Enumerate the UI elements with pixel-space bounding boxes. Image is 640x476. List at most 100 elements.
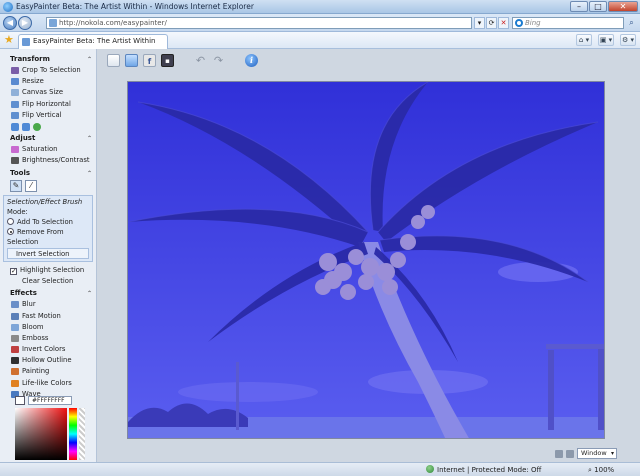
- straighten-icon[interactable]: [33, 122, 41, 131]
- favorites-star-icon[interactable]: ★: [4, 33, 14, 47]
- selection-brush-tool-icon[interactable]: ✎: [10, 180, 22, 193]
- menu-item-brightness-contrast[interactable]: Brightness/Contrast: [0, 155, 96, 166]
- tools-header[interactable]: Tools ⌃: [0, 168, 96, 179]
- maximize-button[interactable]: □: [589, 1, 607, 12]
- emboss-icon: [11, 334, 19, 342]
- brush-options: Selection/Effect Brush Mode: Add To Sele…: [3, 195, 93, 263]
- resize-icon: [11, 78, 19, 86]
- saturation-icon: [11, 145, 19, 153]
- zoom-text: 100%: [594, 466, 615, 474]
- address-tools: ▾ ⟳ ✕: [474, 17, 509, 29]
- zoom-out-icon[interactable]: [555, 449, 563, 458]
- menu-item-saturation[interactable]: Saturation: [0, 144, 96, 155]
- tab-easypainter[interactable]: EasyPainter Beta: The Artist Within: [18, 34, 168, 49]
- title-bar: EasyPainter Beta: The Artist Within - Wi…: [0, 0, 640, 14]
- hollow-outline-icon: [11, 357, 19, 365]
- pen-tool-icon[interactable]: ⁄: [25, 180, 37, 193]
- stop-button[interactable]: ✕: [498, 17, 509, 29]
- palm-tree-image: [128, 82, 604, 438]
- menu-item-canvas-size[interactable]: Canvas Size: [0, 87, 96, 98]
- save-icon[interactable]: ▪: [161, 53, 174, 67]
- collapse-icon[interactable]: ⌃: [87, 133, 92, 144]
- facebook-icon[interactable]: f: [143, 53, 156, 67]
- hue-slider[interactable]: [69, 408, 77, 460]
- address-dropdown-button[interactable]: ▾: [474, 17, 485, 29]
- current-color-swatch[interactable]: [15, 396, 25, 405]
- flip-horizontal-icon: [11, 100, 19, 108]
- menu-item-blur[interactable]: Blur: [0, 299, 96, 310]
- window-controls: – □ ✕: [570, 1, 638, 12]
- security-zone[interactable]: Internet | Protected Mode: Off: [426, 465, 541, 475]
- add-to-selection-option[interactable]: Add To Selection: [7, 217, 89, 227]
- bing-icon: [515, 19, 523, 27]
- tools-menu-button[interactable]: ⚙ ▾: [620, 34, 636, 46]
- painting-icon: [11, 368, 19, 376]
- color-hex-input[interactable]: #FFFFFFFF: [28, 396, 72, 405]
- menu-item-label: Invert Colors: [22, 345, 66, 354]
- highlight-checkbox[interactable]: ✓: [10, 268, 17, 276]
- canvas-size-icon: [11, 89, 19, 97]
- menu-item-painting[interactable]: Painting: [0, 366, 96, 377]
- minimize-button[interactable]: –: [570, 1, 588, 12]
- invert-selection-button[interactable]: Invert Selection: [7, 248, 89, 260]
- menu-item-fast-motion[interactable]: Fast Motion: [0, 311, 96, 322]
- remove-from-selection-option[interactable]: Remove From Selection: [7, 227, 89, 247]
- highlight-label: Highlight Selection: [20, 266, 85, 275]
- flip-vertical-icon: [11, 111, 19, 119]
- highlight-selection-option[interactable]: ✓ Highlight Selection: [0, 265, 96, 276]
- menu-item-label: Resize: [22, 77, 44, 86]
- adjust-header[interactable]: Adjust ⌃: [0, 133, 96, 144]
- page-zoom[interactable]: ⌕ 100%: [588, 465, 614, 475]
- zoom-in-icon[interactable]: [566, 449, 574, 458]
- invert-colors-icon: [11, 346, 19, 354]
- menu-item-crop-to-selection[interactable]: Crop To Selection: [0, 65, 96, 76]
- collapse-icon[interactable]: ⌃: [87, 288, 92, 299]
- menu-item-emboss[interactable]: Emboss: [0, 333, 96, 344]
- brightness-icon: [11, 157, 19, 165]
- info-icon[interactable]: i: [245, 53, 258, 67]
- collapse-icon[interactable]: ⌃: [87, 168, 92, 179]
- url-field[interactable]: http://nokola.com/easypainter/: [46, 17, 472, 29]
- globe-icon: [426, 465, 434, 473]
- redo-icon[interactable]: ↷: [212, 54, 225, 67]
- transform-header[interactable]: Transform ⌃: [0, 54, 96, 65]
- zoom-mode-select[interactable]: Window: [577, 448, 617, 459]
- open-image-icon[interactable]: [125, 53, 138, 67]
- blur-icon: [11, 301, 19, 309]
- menu-item-life-like-colors[interactable]: Life-like Colors: [0, 378, 96, 389]
- close-button[interactable]: ✕: [608, 1, 638, 12]
- menu-item-label: Blur: [22, 300, 36, 309]
- forward-button[interactable]: ▶: [18, 16, 32, 30]
- remove-radio[interactable]: [7, 228, 14, 236]
- menu-item-bloom[interactable]: Bloom: [0, 322, 96, 333]
- adjust-list: Saturation Brightness/Contrast: [0, 144, 96, 166]
- collapse-icon[interactable]: ⌃: [87, 54, 92, 65]
- page-icon: [49, 19, 57, 27]
- menu-item-flip-vertical[interactable]: Flip Vertical: [0, 110, 96, 121]
- add-radio[interactable]: [7, 218, 14, 226]
- undo-icon[interactable]: ↶: [194, 54, 207, 67]
- new-image-icon[interactable]: [107, 53, 120, 67]
- menu-item-label: Canvas Size: [22, 88, 64, 97]
- home-button[interactable]: ⌂ ▾: [576, 34, 592, 46]
- search-icon[interactable]: ⌕: [626, 17, 637, 29]
- menu-item-label: Bloom: [22, 322, 44, 331]
- rotate-right-icon[interactable]: [22, 122, 30, 131]
- refresh-button[interactable]: ⟳: [486, 17, 497, 29]
- menu-item-label: Crop To Selection: [22, 66, 81, 74]
- page-menu-button[interactable]: ▣ ▾: [598, 34, 614, 46]
- saturation-value-picker[interactable]: [15, 408, 67, 460]
- rotate-left-icon[interactable]: [11, 122, 19, 131]
- back-button[interactable]: ◀: [3, 16, 17, 30]
- menu-item-hollow-outline[interactable]: Hollow Outline: [0, 355, 96, 366]
- menu-item-resize[interactable]: Resize: [0, 76, 96, 87]
- effects-header[interactable]: Effects ⌃: [0, 288, 96, 299]
- alpha-slider[interactable]: [79, 408, 85, 460]
- clear-selection-button[interactable]: Clear Selection: [0, 276, 96, 287]
- menu-item-flip-horizontal[interactable]: Flip Horizontal: [0, 99, 96, 110]
- transform-extra-icons: [0, 121, 96, 133]
- menu-item-invert-colors[interactable]: Invert Colors: [0, 344, 96, 355]
- brush-title: Selection/Effect Brush: [7, 198, 83, 207]
- image-canvas[interactable]: [127, 81, 605, 439]
- search-input[interactable]: Bing: [512, 17, 624, 29]
